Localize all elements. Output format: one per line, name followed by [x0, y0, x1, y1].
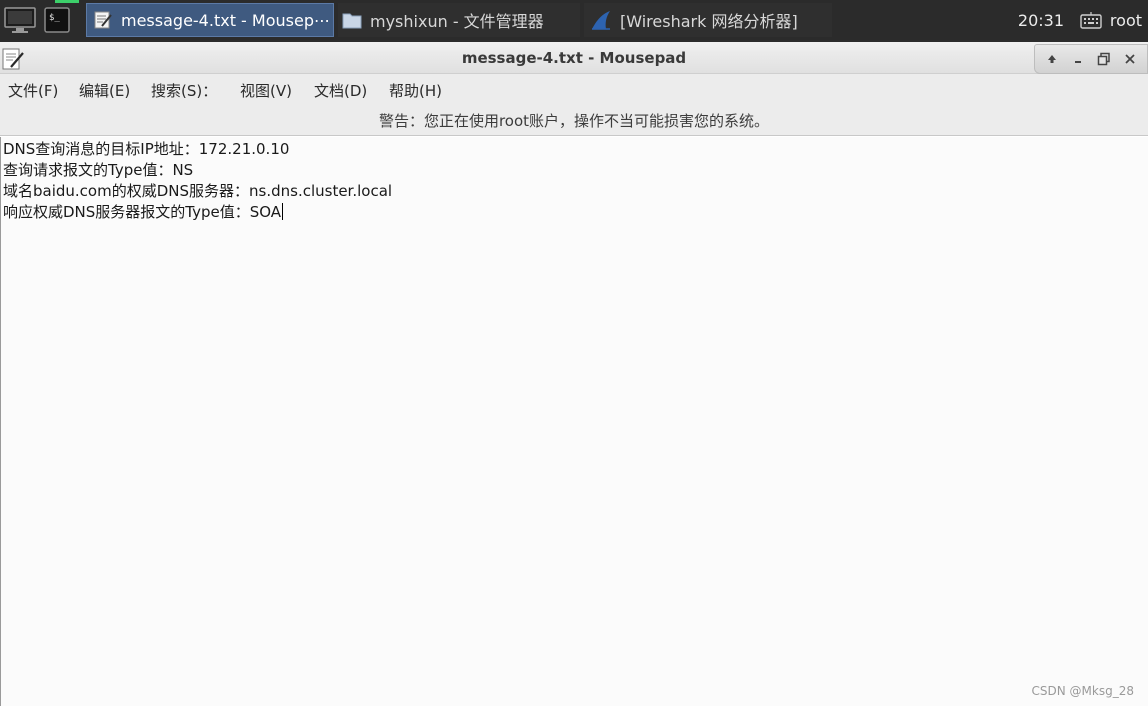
workspace-indicator	[55, 0, 79, 3]
folder-icon	[342, 13, 362, 29]
wireshark-fin-icon	[592, 11, 610, 30]
close-button[interactable]	[1120, 49, 1140, 69]
task-mousepad[interactable]: message-4.txt - Mousep⋯	[86, 3, 334, 37]
editor-line: 查询请求报文的Type值：NS	[3, 161, 194, 179]
menubar: 文件(F) 编辑(E) 搜索(S)： 视图(V) 文档(D) 帮助(H)	[0, 74, 1148, 108]
keyboard-layout-button[interactable]	[1080, 12, 1102, 34]
menu-search[interactable]: 搜索(S)：	[151, 74, 217, 108]
editor-line-with-cursor: 响应权威DNS服务器报文的Type值：SOA	[3, 202, 284, 223]
editor-line: 响应权威DNS服务器报文的Type值：SOA	[3, 203, 282, 221]
taskbar: $_ message-4.txt - Mousep⋯ myshixun - 文件…	[0, 0, 1148, 42]
task-label: myshixun - 文件管理器	[370, 12, 544, 31]
menu-help[interactable]: 帮助(H)	[389, 74, 442, 108]
terminal-launcher-button[interactable]: $_	[42, 4, 72, 36]
svg-text:$_: $_	[49, 13, 60, 23]
text-editor-icon	[94, 11, 112, 29]
task-label: [Wireshark 网络分析器]	[620, 12, 798, 31]
arrow-up-icon	[1048, 55, 1056, 63]
text-cursor	[282, 203, 284, 220]
task-file-manager[interactable]: myshixun - 文件管理器	[338, 3, 580, 37]
editor-line: DNS查询消息的目标IP地址：172.21.0.10	[3, 140, 290, 158]
menu-edit[interactable]: 编辑(E)	[79, 74, 130, 108]
monitor-icon	[4, 7, 36, 33]
minimize-button[interactable]	[1068, 49, 1088, 69]
minimize-icon	[1075, 61, 1081, 63]
editor-line: 域名baidu.com的权威DNS服务器：ns.dns.cluster.loca…	[3, 182, 393, 200]
window-titlebar[interactable]: message-4.txt - Mousepad	[0, 42, 1148, 74]
maximize-button[interactable]	[1094, 49, 1114, 69]
menu-document[interactable]: 文档(D)	[314, 74, 367, 108]
menu-view[interactable]: 视图(V)	[240, 74, 292, 108]
root-warning-text: 警告：您正在使用root账户，操作不当可能损害您的系统。	[378, 112, 770, 130]
terminal-icon: $_	[44, 7, 70, 33]
window-controls	[1034, 44, 1148, 74]
user-menu[interactable]: root	[1110, 0, 1142, 42]
menu-file[interactable]: 文件(F)	[8, 74, 58, 108]
shade-button[interactable]	[1042, 49, 1062, 69]
close-icon	[1125, 54, 1135, 64]
watermark: CSDN @Mksg_28	[1031, 684, 1134, 698]
clock[interactable]: 20:31	[1018, 0, 1064, 42]
task-wireshark[interactable]: [Wireshark 网络分析器]	[584, 3, 832, 37]
window-title: message-4.txt - Mousepad	[461, 49, 687, 67]
keyboard-icon	[1080, 12, 1102, 29]
task-label: message-4.txt - Mousep⋯	[121, 10, 330, 30]
root-warning-bar: 警告：您正在使用root账户，操作不当可能损害您的系统。	[0, 108, 1148, 136]
show-desktop-button[interactable]	[2, 4, 38, 36]
text-editor-area[interactable]: DNS查询消息的目标IP地址：172.21.0.10 查询请求报文的Type值：…	[0, 137, 1148, 706]
restore-icon	[1097, 52, 1110, 66]
